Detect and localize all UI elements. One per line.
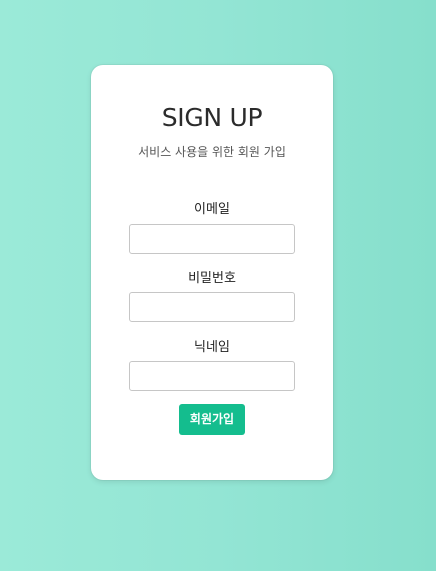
signup-card: SIGN UP 서비스 사용을 위한 회원 가입 이메일 비밀번호 닉네임 회원…	[91, 65, 333, 480]
page-subtitle: 서비스 사용을 위한 회원 가입	[138, 145, 286, 159]
password-label: 비밀번호	[188, 271, 236, 286]
nickname-field[interactable]	[129, 361, 295, 391]
email-field[interactable]	[129, 224, 295, 254]
nickname-label: 닉네임	[194, 340, 230, 355]
email-label: 이메일	[194, 202, 230, 217]
password-field[interactable]	[129, 292, 295, 322]
page-title: SIGN UP	[161, 103, 263, 132]
signup-button[interactable]: 회원가입	[179, 404, 245, 435]
